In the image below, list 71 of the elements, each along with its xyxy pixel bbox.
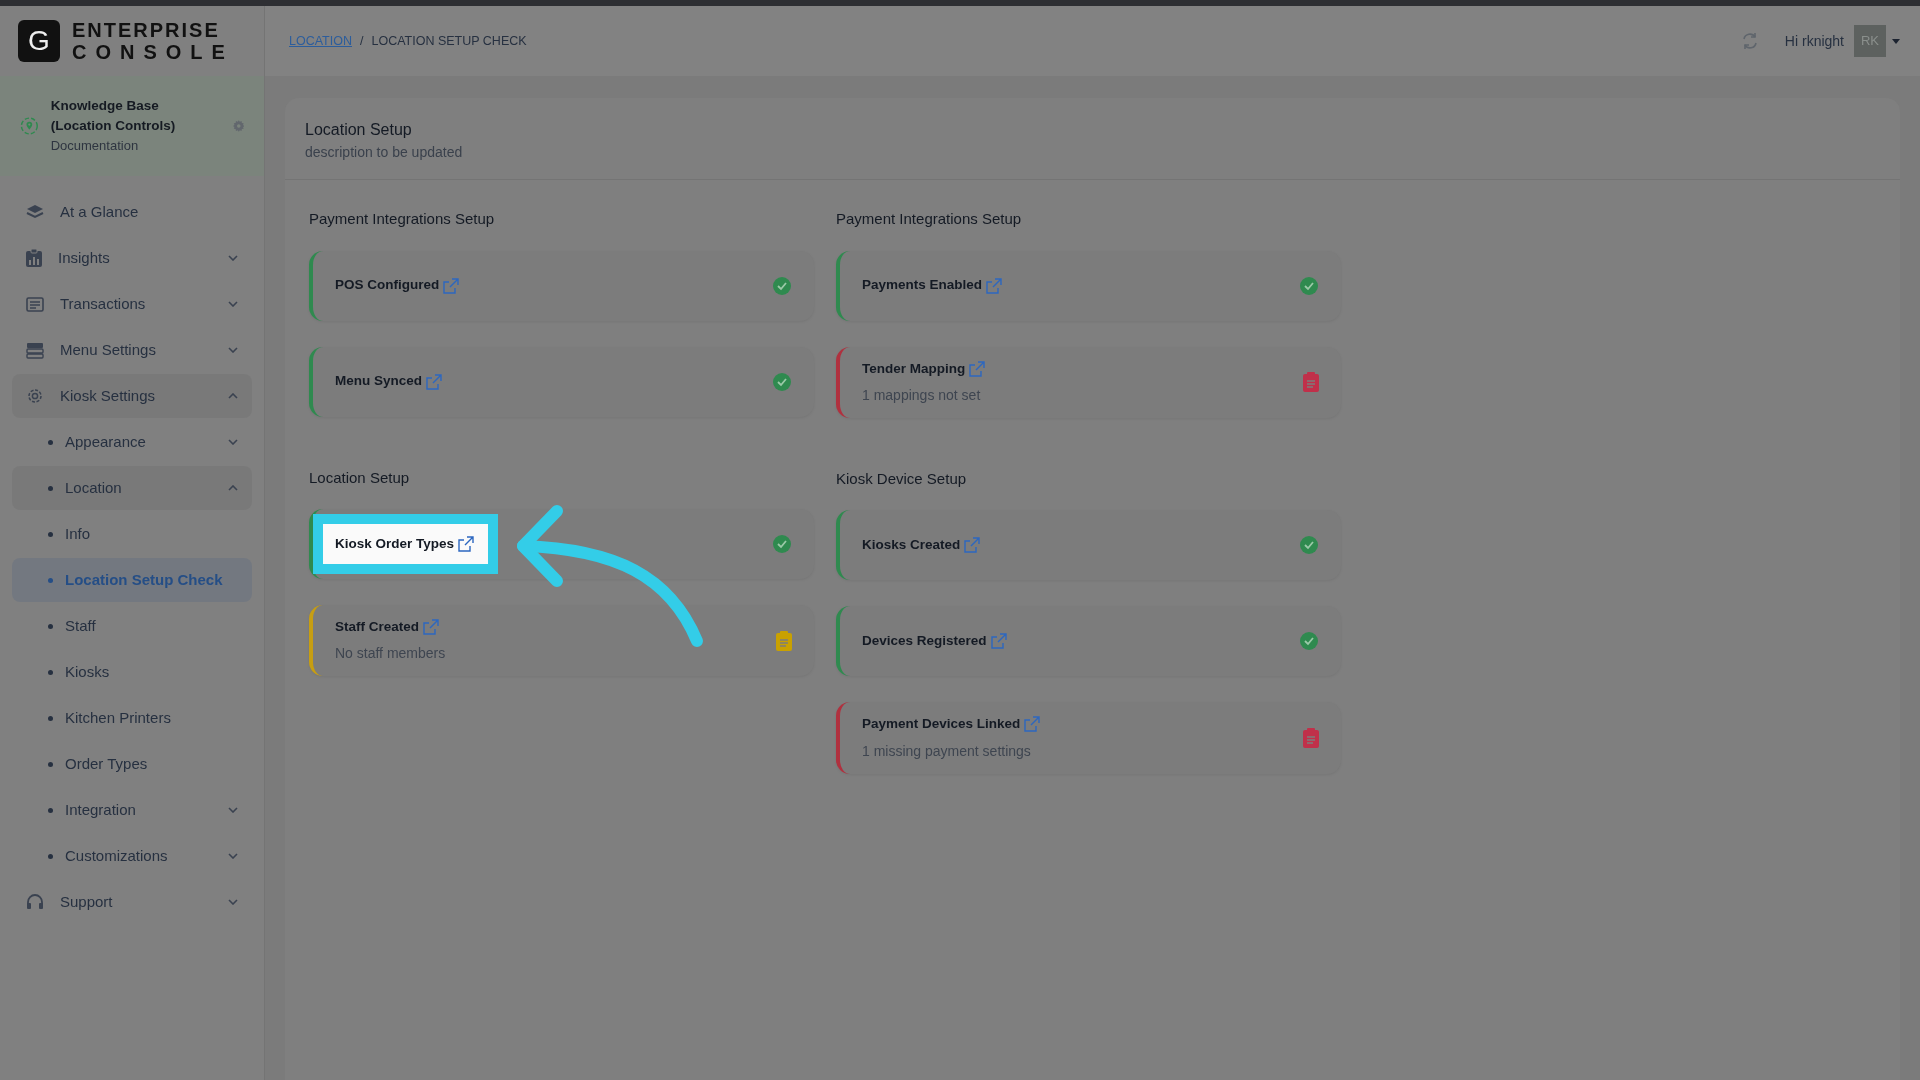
sidebar-item[interactable]: Location Setup Check <box>12 558 252 602</box>
sidebar-item[interactable]: Order Types <box>12 742 252 786</box>
settings-icon[interactable] <box>232 118 244 134</box>
sidebar-item[interactable]: At a Glance <box>12 190 252 234</box>
clipboard-icon <box>1303 727 1319 748</box>
page-description: description to be updated <box>305 143 464 162</box>
sidebar-item[interactable]: Transactions <box>12 282 252 326</box>
check-circle-icon <box>1299 275 1319 296</box>
menu-card-icon <box>26 341 44 359</box>
check-label: Staff Created <box>335 618 420 636</box>
chevron-down-icon <box>228 301 238 307</box>
check-circle-icon <box>1299 631 1319 652</box>
sidebar-item[interactable]: Menu Settings <box>12 328 252 372</box>
brand-name: CONSOLE <box>72 41 234 63</box>
check-label: POS Configured <box>335 276 440 295</box>
sidebar-item[interactable]: Staff <box>12 604 252 648</box>
sidebar-item[interactable]: Appearance <box>12 420 252 464</box>
chevron-down-icon <box>228 807 238 813</box>
breadcrumb-current: LOCATION SETUP CHECK <box>371 32 527 50</box>
headset-icon <box>26 893 44 911</box>
check-circle-icon <box>772 275 792 296</box>
external-link-icon[interactable] <box>458 536 475 552</box>
check-circle-icon <box>1299 535 1319 556</box>
check-label: Tender Mapping <box>862 359 966 378</box>
workspace-subtitle: Documentation <box>50 137 140 156</box>
chevron-down-icon <box>228 255 238 261</box>
section-title: Location Setup <box>309 467 411 488</box>
sidebar-item[interactable]: Kitchen Printers <box>12 696 252 740</box>
list-icon <box>26 296 44 312</box>
clipboard-icon <box>1303 372 1319 393</box>
chevron-up-icon <box>228 393 238 399</box>
check-circle-icon <box>772 534 792 554</box>
sidebar-item[interactable]: Insights <box>12 236 252 280</box>
check-label: Kiosks Created <box>862 536 961 555</box>
breadcrumb-separator: / <box>360 32 364 50</box>
check-label: Devices Registered <box>862 632 987 651</box>
sidebar-item[interactable]: Location <box>12 466 252 510</box>
workspace-title: Knowledge Base (Location Controls) <box>50 97 177 136</box>
logo-mark: G <box>18 20 60 62</box>
user-greeting: Hi rknight <box>1784 31 1844 51</box>
chevron-down-icon <box>228 853 238 859</box>
sidebar-item[interactable]: Kiosk Settings <box>12 374 252 418</box>
check-circle-icon <box>772 371 792 392</box>
section-title: Payment Integrations Setup <box>309 209 496 229</box>
sidebar-item[interactable]: Info <box>12 512 252 556</box>
check-label: Menu Synced <box>335 372 423 391</box>
check-detail: 1 mappings not set <box>862 385 982 405</box>
layers-icon <box>26 203 44 221</box>
section-title: Kiosk Device Setup <box>836 468 968 489</box>
clipboard-icon <box>776 630 792 651</box>
check-detail: No staff members <box>335 644 447 664</box>
gear-icon <box>26 387 44 405</box>
caret-icon[interactable] <box>1892 38 1900 44</box>
breadcrumb-link[interactable]: LOCATION <box>289 31 352 51</box>
sidebar-item[interactable]: Kiosks <box>12 650 252 694</box>
chevron-down-icon <box>228 347 238 353</box>
clipboard-chart-icon <box>26 249 42 267</box>
check-label: Kiosk Order Types <box>335 534 455 553</box>
refresh-icon[interactable] <box>1740 32 1759 50</box>
sidebar-item[interactable]: Support <box>12 880 252 924</box>
sidebar-item[interactable]: Integration <box>12 788 252 832</box>
section-title: Payment Integrations Setup <box>836 209 1023 229</box>
check-label: Payment Devices Linked <box>862 715 1021 734</box>
sidebar-item[interactable]: Customizations <box>12 834 252 878</box>
check-detail: 1 missing payment settings <box>862 741 1032 761</box>
page-title: Location Setup <box>305 120 413 140</box>
chevron-down-icon <box>228 439 238 445</box>
chevron-down-icon <box>228 899 238 905</box>
chevron-up-icon <box>228 485 238 491</box>
brand-name: ENTERPRISE <box>72 19 221 41</box>
check-label: Payments Enabled <box>862 276 983 295</box>
